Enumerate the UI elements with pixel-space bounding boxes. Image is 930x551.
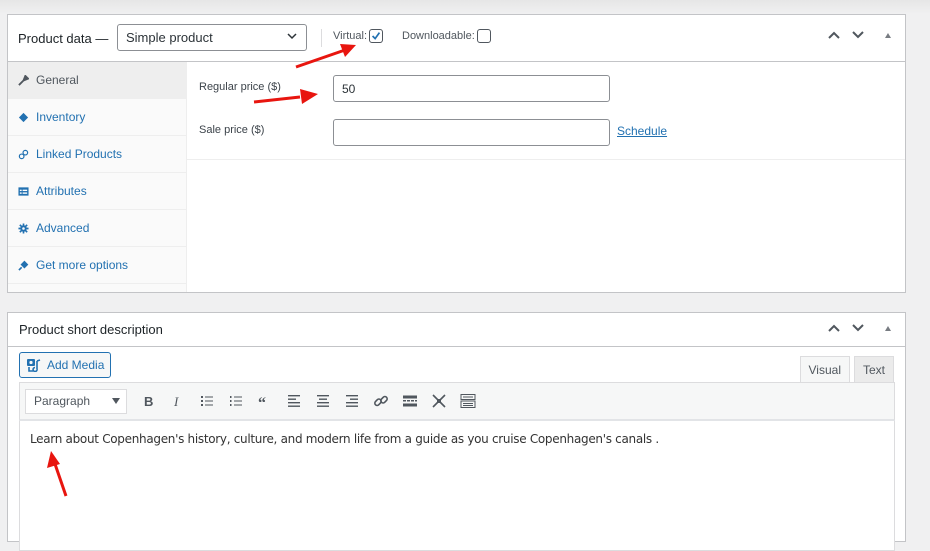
toggle-panel-icon[interactable] bbox=[881, 30, 895, 40]
tab-label: Advanced bbox=[36, 221, 90, 235]
italic-button[interactable]: I bbox=[163, 387, 192, 416]
tab-label: Inventory bbox=[36, 110, 86, 124]
sale-price-label: Sale price ($) bbox=[199, 124, 265, 136]
move-up-icon[interactable] bbox=[827, 30, 841, 40]
svg-text:B: B bbox=[144, 394, 153, 409]
box-controls bbox=[827, 323, 895, 333]
downloadable-label: Downloadable: bbox=[402, 30, 475, 42]
editor-tabs: Visual Text bbox=[799, 356, 894, 382]
link-icon bbox=[373, 395, 388, 407]
product-data-tabs: General Inventory Linked Products Attrib… bbox=[8, 62, 187, 292]
chevron-down-icon bbox=[287, 33, 297, 40]
media-icon bbox=[27, 359, 41, 372]
tab-text[interactable]: Text bbox=[853, 356, 894, 382]
numbered-list-button[interactable] bbox=[221, 387, 250, 416]
tag-icon bbox=[18, 112, 29, 122]
editor-content[interactable]: Learn about Copenhagen's history, cultur… bbox=[19, 421, 895, 551]
product-data-header: Product data — Simple product Virtual: D… bbox=[8, 15, 905, 62]
move-up-icon[interactable] bbox=[827, 323, 841, 333]
tab-visual[interactable]: Visual bbox=[799, 356, 850, 382]
short-description-box: Product short description Add Media Visu… bbox=[7, 312, 906, 551]
align-right-icon bbox=[345, 395, 358, 407]
tab-inventory[interactable]: Inventory bbox=[8, 99, 186, 136]
toggle-panel-icon[interactable] bbox=[881, 323, 895, 333]
link-icon bbox=[18, 149, 29, 159]
list-table-icon bbox=[18, 186, 29, 196]
align-left-icon bbox=[287, 395, 300, 407]
move-down-icon[interactable] bbox=[851, 323, 865, 333]
bold-icon: B bbox=[144, 394, 153, 409]
keyboard-icon bbox=[460, 394, 475, 408]
move-down-icon[interactable] bbox=[851, 30, 865, 40]
tab-label: Attributes bbox=[36, 184, 87, 198]
blockquote-button[interactable]: “ bbox=[250, 387, 279, 416]
downloadable-checkbox[interactable] bbox=[476, 29, 491, 43]
align-left-button[interactable] bbox=[279, 387, 308, 416]
virtual-option[interactable]: Virtual: bbox=[333, 29, 384, 43]
svg-text:I: I bbox=[173, 394, 179, 409]
product-type-select[interactable]: Simple product bbox=[117, 24, 307, 51]
virtual-checkbox[interactable] bbox=[369, 29, 384, 43]
numbered-list-icon bbox=[229, 396, 242, 406]
align-center-button[interactable] bbox=[308, 387, 337, 416]
tab-attributes[interactable]: Attributes bbox=[8, 173, 186, 210]
bulleted-list-button[interactable] bbox=[192, 387, 221, 416]
tab-general[interactable]: General bbox=[8, 62, 186, 99]
tab-advanced[interactable]: Advanced bbox=[8, 210, 186, 247]
sale-price-input[interactable] bbox=[333, 119, 610, 146]
page-top-shade bbox=[0, 0, 930, 14]
virtual-label: Virtual: bbox=[333, 30, 368, 42]
read-more-icon bbox=[402, 395, 417, 407]
short-description-title: Product short description bbox=[19, 322, 163, 337]
product-data-title: Product data — bbox=[18, 30, 109, 46]
read-more-button[interactable] bbox=[395, 387, 424, 416]
fullscreen-icon bbox=[431, 394, 446, 408]
checkmark-icon bbox=[372, 32, 381, 40]
product-type-value: Simple product bbox=[126, 30, 213, 45]
box-controls bbox=[827, 30, 895, 40]
plugin-icon bbox=[18, 260, 29, 271]
bulleted-list-icon bbox=[200, 396, 213, 406]
format-select-value: Paragraph bbox=[34, 394, 91, 408]
header-separator bbox=[321, 29, 322, 47]
insert-link-button[interactable] bbox=[366, 387, 395, 416]
toolbar-toggle-button[interactable] bbox=[453, 387, 482, 416]
svg-text:“: “ bbox=[258, 395, 266, 409]
format-select[interactable]: Paragraph bbox=[25, 388, 127, 414]
bold-button[interactable]: B bbox=[134, 387, 163, 416]
tab-linked-products[interactable]: Linked Products bbox=[8, 136, 186, 173]
gear-icon bbox=[18, 222, 29, 234]
tab-label: Linked Products bbox=[36, 147, 123, 161]
blockquote-icon: “ bbox=[258, 395, 266, 409]
tab-get-more-options[interactable]: Get more options bbox=[8, 247, 186, 284]
wrench-icon bbox=[18, 74, 29, 86]
tab-label: Get more options bbox=[36, 258, 129, 272]
short-description-header: Product short description bbox=[8, 313, 905, 347]
tab-label: General bbox=[36, 73, 79, 87]
product-data-box: Product data — Simple product Virtual: D… bbox=[7, 14, 906, 293]
regular-price-input[interactable]: 50 bbox=[333, 75, 610, 102]
align-center-icon bbox=[316, 395, 329, 407]
fullscreen-button[interactable] bbox=[424, 387, 453, 416]
add-media-label: Add Media bbox=[47, 358, 105, 372]
add-media-button[interactable]: Add Media bbox=[19, 352, 112, 378]
align-right-button[interactable] bbox=[337, 387, 366, 416]
downloadable-option[interactable]: Downloadable: bbox=[402, 29, 491, 43]
general-panel: Regular price ($) 50 Sale price ($) Sche… bbox=[187, 62, 905, 160]
schedule-link[interactable]: Schedule bbox=[617, 124, 667, 138]
regular-price-label: Regular price ($) bbox=[199, 81, 281, 93]
caret-down-icon bbox=[112, 398, 120, 404]
italic-icon: I bbox=[173, 394, 179, 409]
editor-toolbar: Paragraph B I “ bbox=[19, 382, 895, 421]
